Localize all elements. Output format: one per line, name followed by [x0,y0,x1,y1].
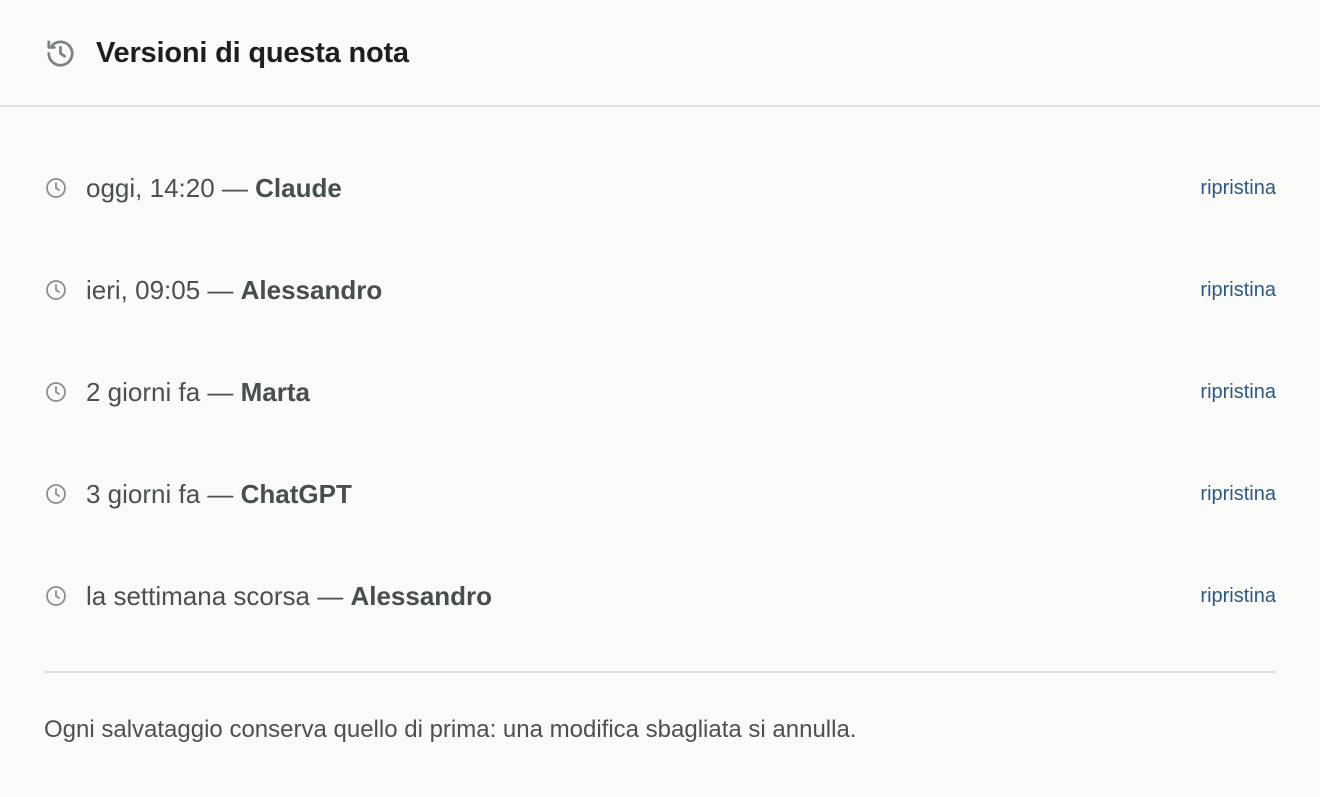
version-separator: — [214,173,256,203]
version-time: oggi, 14:20 [86,173,215,203]
clock-icon [46,178,66,198]
version-info: oggi, 14:20 — Claude [86,168,342,208]
version-separator: — [200,275,241,305]
version-row: oggi, 14:20 — Claude ripristina [44,168,1276,208]
version-time: la settimana scorsa [86,581,310,611]
restore-link[interactable]: ripristina [1200,270,1276,310]
footer-note: Ogni salvataggio conserva quello di prim… [44,716,857,743]
version-author: Claude [255,173,342,203]
restore-link[interactable]: ripristina [1200,576,1276,616]
version-author: ChatGPT [240,479,352,509]
version-separator: — [200,377,241,407]
clock-icon [46,484,66,504]
panel-header: Versioni di questa nota [0,0,1320,107]
version-time: 3 giorni fa [86,479,201,509]
clock-icon [46,280,66,300]
version-info: 3 giorni fa — ChatGPT [86,474,352,514]
version-separator: — [309,581,351,611]
version-separator: — [200,479,241,509]
clock-icon [46,586,66,606]
history-icon [47,40,74,67]
version-author: Alessandro [350,581,493,611]
version-row: ieri, 09:05 — Alessandro ripristina [44,270,1276,310]
version-time: ieri, 09:05 [86,275,201,305]
version-time: 2 giorni fa [86,377,201,407]
restore-link[interactable]: ripristina [1200,372,1276,412]
version-row: 3 giorni fa — ChatGPT ripristina [44,474,1276,514]
version-row: 2 giorni fa — Marta ripristina [44,372,1276,412]
divider [44,671,1276,673]
restore-link[interactable]: ripristina [1200,168,1276,208]
version-row: la settimana scorsa — Alessandro riprist… [44,576,1276,616]
version-author: Alessandro [240,275,383,305]
version-info: ieri, 09:05 — Alessandro [86,270,382,310]
clock-icon [46,382,66,402]
restore-link[interactable]: ripristina [1200,474,1276,514]
version-info: la settimana scorsa — Alessandro [86,576,492,616]
page-title: Versioni di questa nota [96,37,409,69]
version-author: Marta [240,377,310,407]
version-info: 2 giorni fa — Marta [86,372,310,412]
